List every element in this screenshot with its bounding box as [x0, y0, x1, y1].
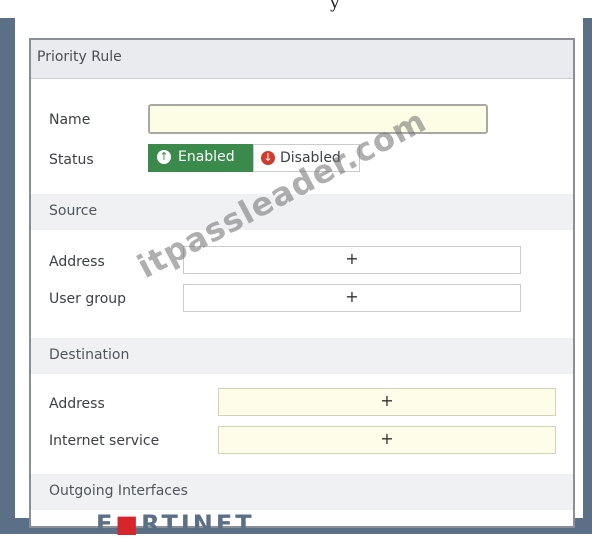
arrow-up-circle-icon: ↑	[157, 150, 171, 164]
source-user-group-label: User group	[49, 291, 127, 307]
priority-rule-panel: Priority Rule Name Status ↑ Enabled ↓ Di…	[29, 38, 575, 528]
panel-title: Priority Rule	[37, 49, 122, 65]
source-address-field[interactable]: +	[183, 246, 521, 274]
top-bar: y	[0, 0, 592, 18]
title-fragment: y	[330, 0, 340, 13]
destination-address-field[interactable]: +	[218, 388, 556, 416]
user-group-add-icon: +	[345, 287, 359, 306]
enabled-label: Enabled	[178, 149, 235, 165]
panel-header: Priority Rule	[31, 40, 573, 79]
source-address-label: Address	[49, 254, 105, 270]
destination-address-add-icon: +	[380, 391, 394, 410]
internet-service-label: Internet service	[49, 433, 160, 449]
source-user-group-field[interactable]: +	[183, 284, 521, 312]
destination-section-header: Destination	[31, 338, 573, 374]
disabled-label: Disabled	[280, 150, 341, 166]
status-disabled-button[interactable]: ↓ Disabled	[253, 144, 360, 172]
name-input[interactable]	[148, 104, 488, 134]
source-address-add-icon: +	[345, 249, 359, 268]
internet-service-add-icon: +	[380, 429, 394, 448]
internet-service-field[interactable]: +	[218, 426, 556, 454]
name-label: Name	[49, 112, 91, 128]
status-label: Status	[49, 152, 94, 168]
outgoing-section-header: Outgoing Interfaces	[31, 474, 573, 510]
source-section-header: Source	[31, 194, 573, 230]
destination-header-label: Destination	[49, 347, 130, 363]
source-header-label: Source	[49, 203, 98, 219]
arrow-down-circle-icon: ↓	[261, 151, 275, 165]
status-enabled-button[interactable]: ↑ Enabled	[148, 144, 253, 172]
destination-address-label: Address	[49, 396, 105, 412]
outgoing-header-label: Outgoing Interfaces	[49, 483, 188, 499]
